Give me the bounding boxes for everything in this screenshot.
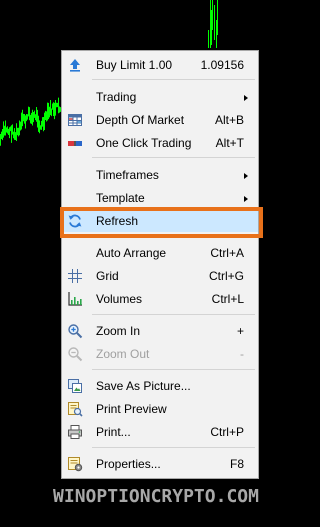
menu-item-print-preview[interactable]: Print Preview <box>62 398 258 420</box>
grid-icon <box>67 268 83 284</box>
menu-item-grid[interactable]: Grid Ctrl+G <box>62 265 258 287</box>
refresh-callout-highlight <box>60 207 263 238</box>
menu-item-label: Template <box>96 191 145 205</box>
submenu-arrow-icon <box>244 95 248 101</box>
one-click-trading-icon <box>67 135 83 151</box>
menu-item-label: One Click Trading <box>96 136 192 150</box>
menu-item-label: Zoom Out <box>96 347 150 361</box>
menu-item-save-as-picture[interactable]: Save As Picture... <box>62 375 258 397</box>
menu-item-zoom-in[interactable]: Zoom In + <box>62 320 258 342</box>
menu-item-label: Timeframes <box>96 168 159 182</box>
menu-item-shortcut: + <box>236 324 244 338</box>
menu-item-label: Properties... <box>96 457 161 471</box>
submenu-arrow-icon <box>244 196 248 202</box>
menu-separator <box>92 314 255 315</box>
chart-context-menu: Buy Limit 1.00 1.09156 Trading Depth Of … <box>61 50 259 479</box>
submenu-arrow-icon <box>244 173 248 179</box>
menu-separator <box>92 369 255 370</box>
menu-item-shortcut: Alt+B <box>214 113 244 127</box>
menu-item-template[interactable]: Template <box>62 187 258 209</box>
menu-item-label: Depth Of Market <box>96 113 185 127</box>
menu-item-label: Trading <box>96 90 137 104</box>
save-picture-icon <box>67 378 83 394</box>
menu-item-label: Volumes <box>96 292 143 306</box>
menu-item-label: Print Preview <box>96 402 167 416</box>
menu-item-zoom-out[interactable]: Zoom Out - <box>62 343 258 365</box>
menu-separator <box>92 79 255 80</box>
menu-item-shortcut: Ctrl+L <box>211 292 244 306</box>
buy-limit-icon <box>67 57 83 73</box>
menu-item-label: Buy Limit 1.00 <box>96 58 173 72</box>
zoom-out-icon <box>67 346 83 362</box>
depth-of-market-icon <box>67 112 83 128</box>
print-preview-icon <box>67 401 83 417</box>
menu-item-auto-arrange[interactable]: Auto Arrange Ctrl+A <box>62 242 258 264</box>
menu-separator <box>92 157 255 158</box>
menu-separator <box>92 447 255 448</box>
menu-item-label: Print... <box>96 425 131 439</box>
menu-item-trading[interactable]: Trading <box>62 86 258 108</box>
menu-item-print[interactable]: Print... Ctrl+P <box>62 421 258 443</box>
menu-item-one-click-trading[interactable]: One Click Trading Alt+T <box>62 132 258 154</box>
menu-item-volumes[interactable]: Volumes Ctrl+L <box>62 288 258 310</box>
menu-item-shortcut: - <box>240 347 244 361</box>
menu-item-properties[interactable]: Properties... F8 <box>62 453 258 475</box>
menu-item-buy-limit[interactable]: Buy Limit 1.00 1.09156 <box>62 54 258 76</box>
volumes-icon <box>67 291 83 307</box>
menu-item-label: Grid <box>96 269 119 283</box>
menu-item-depth-of-market[interactable]: Depth Of Market Alt+B <box>62 109 258 131</box>
zoom-in-icon <box>67 323 83 339</box>
menu-item-shortcut: Ctrl+G <box>208 269 244 283</box>
menu-item-label: Save As Picture... <box>96 379 191 393</box>
menu-item-shortcut: Ctrl+A <box>210 246 244 260</box>
properties-icon <box>67 456 83 472</box>
menu-item-timeframes[interactable]: Timeframes <box>62 164 258 186</box>
print-icon <box>67 424 83 440</box>
watermark: WINOPTIONCRYPTO.COM <box>53 486 259 507</box>
menu-item-shortcut: 1.09156 <box>200 58 244 72</box>
menu-item-label: Zoom In <box>96 324 141 338</box>
menu-item-shortcut: Alt+T <box>215 136 244 150</box>
menu-item-shortcut: Ctrl+P <box>210 425 244 439</box>
menu-item-label: Auto Arrange <box>96 246 167 260</box>
menu-item-shortcut: F8 <box>229 457 244 471</box>
